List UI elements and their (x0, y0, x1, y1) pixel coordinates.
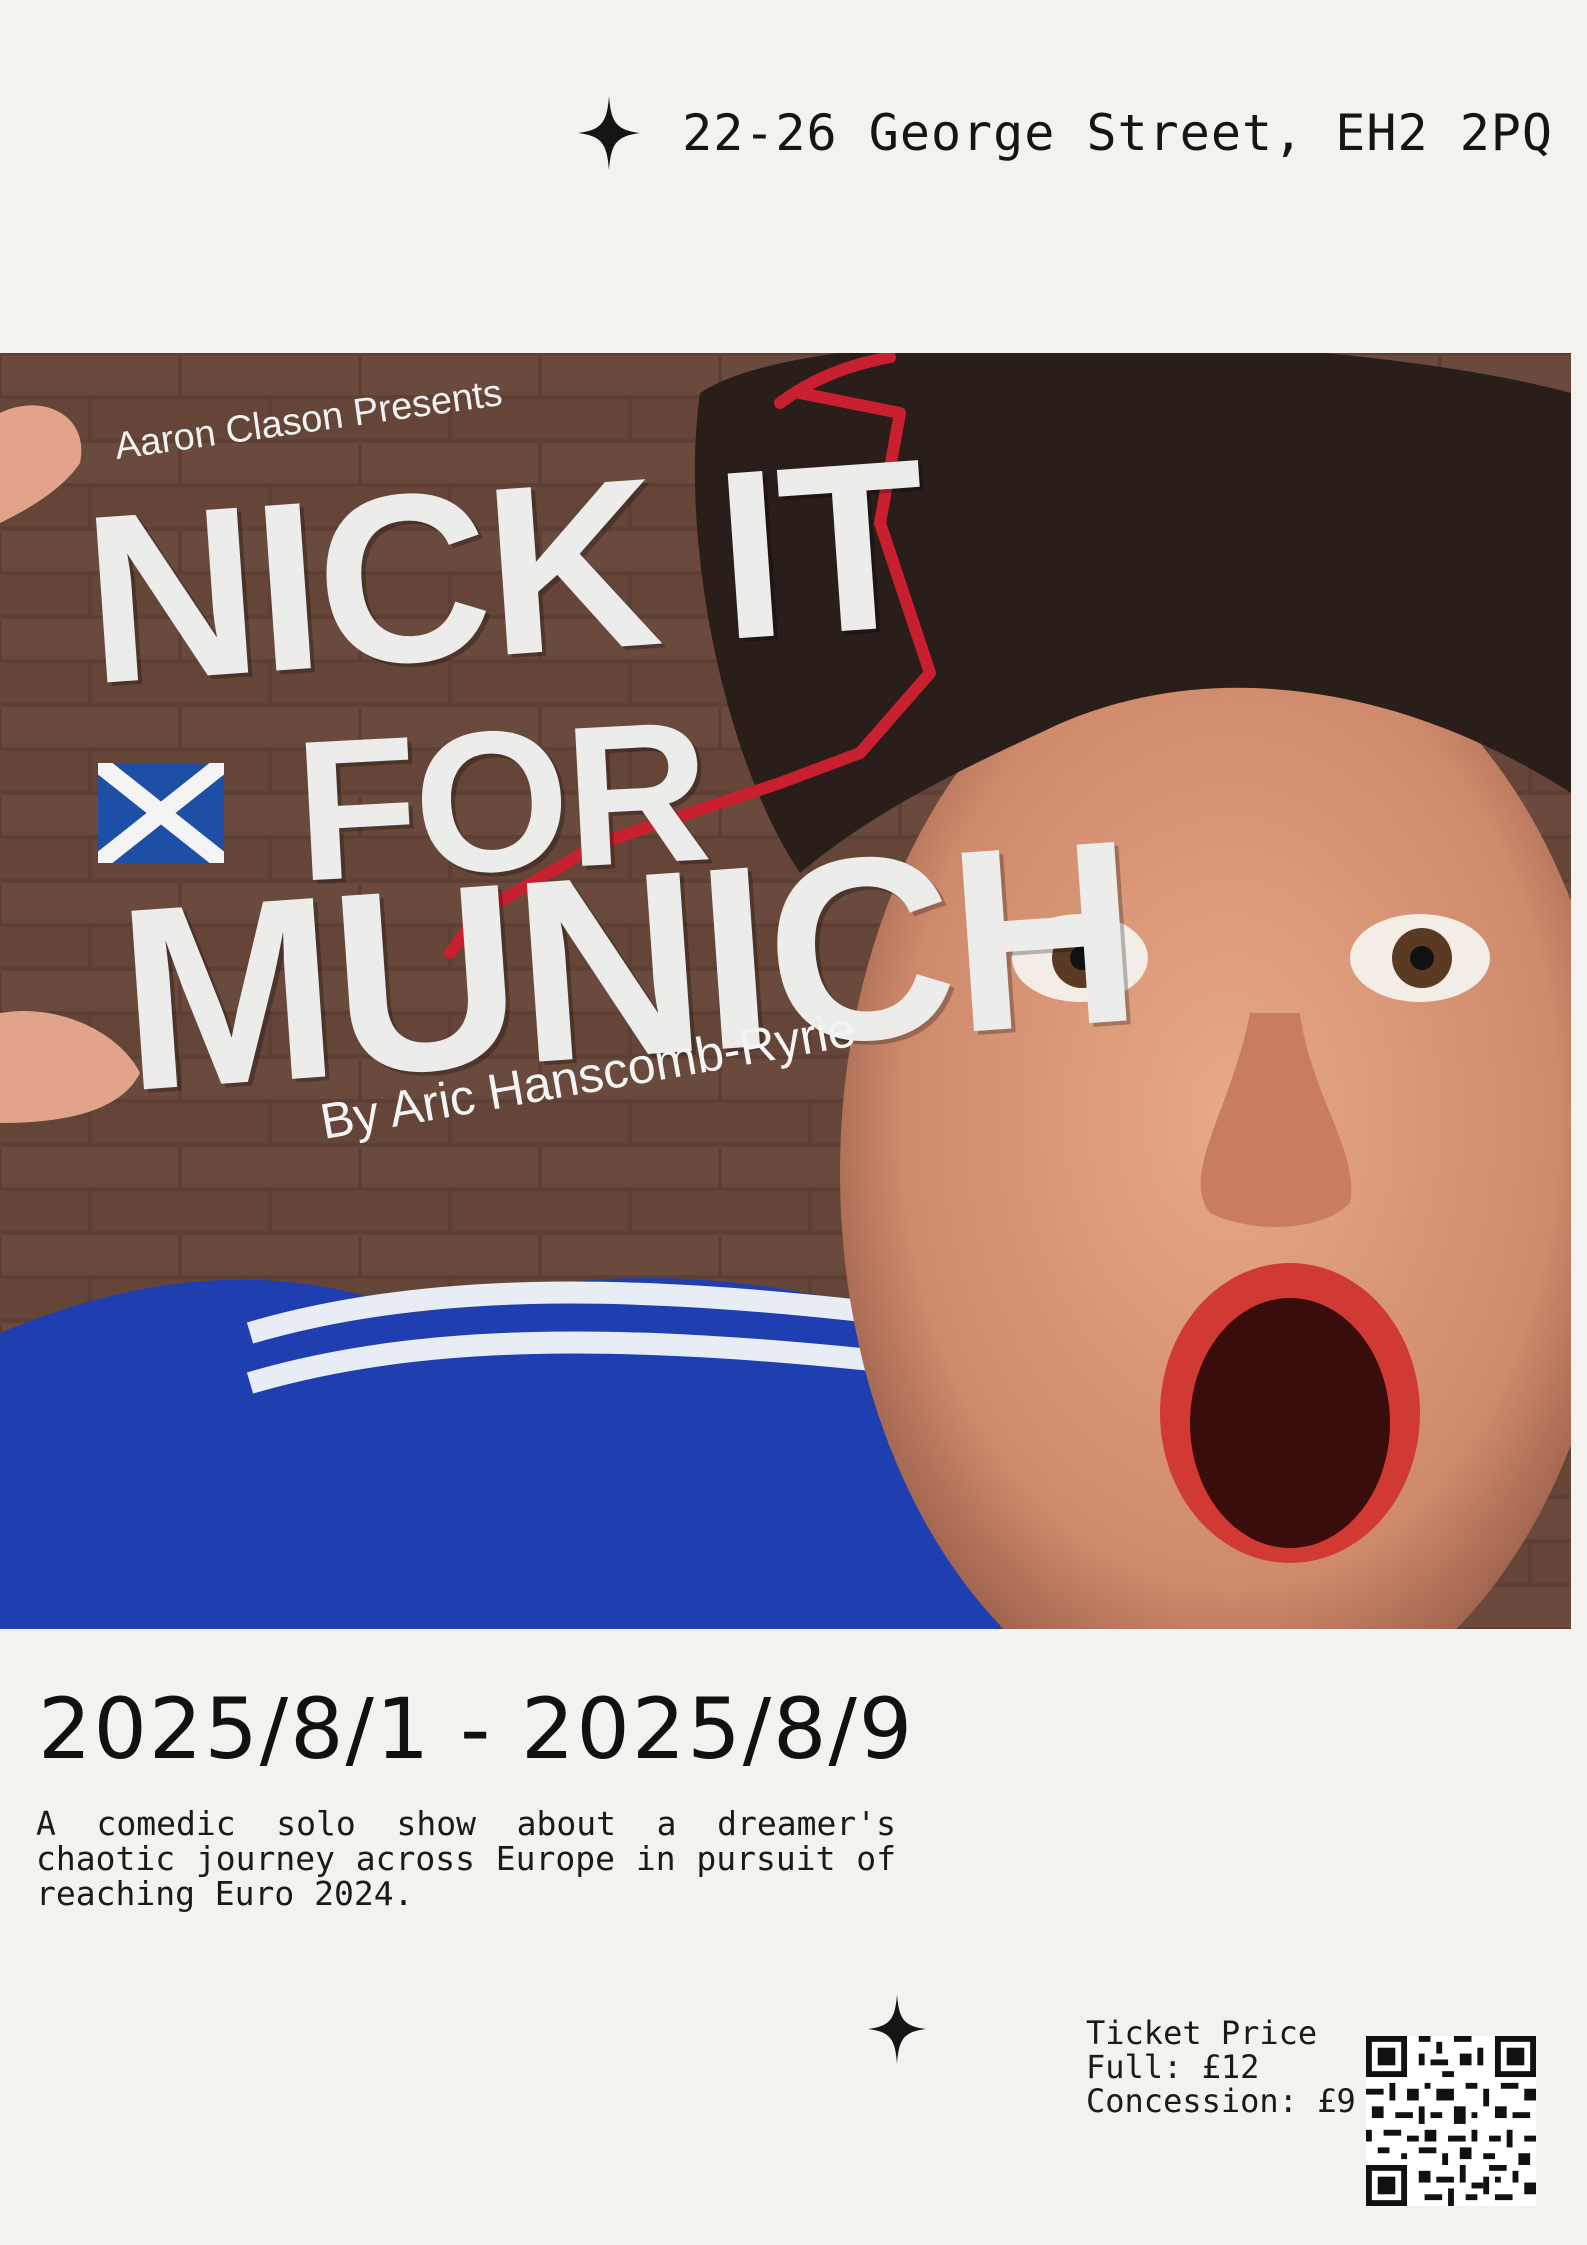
address-row: 22-26 George Street, EH2 2PQ (578, 96, 1553, 170)
scotland-flag-icon (98, 763, 224, 863)
sparkle-icon (868, 1994, 926, 2068)
venue-address: 22-26 George Street, EH2 2PQ (682, 104, 1553, 162)
show-description: A comedic solo show about a dreamer's ch… (36, 1804, 896, 1913)
qr-code-icon[interactable] (1366, 2036, 1536, 2206)
event-dates: 2025/8/1 - 2025/8/9 (38, 1680, 915, 1778)
poster-title-block: Aaron Clason Presents NICK IT FOR MUNICH… (0, 353, 1571, 1629)
ticket-price-block: Ticket Price Full: £12 Concession: £9 (1086, 2016, 1356, 2118)
ticket-price-heading: Ticket Price (1086, 2014, 1318, 2052)
ticket-price-full: Full: £12 (1086, 2048, 1260, 2086)
ticket-price-concession: Concession: £9 (1086, 2082, 1356, 2120)
sparkle-icon (578, 96, 641, 170)
hero-image: Aaron Clason Presents NICK IT FOR MUNICH… (0, 353, 1571, 1629)
